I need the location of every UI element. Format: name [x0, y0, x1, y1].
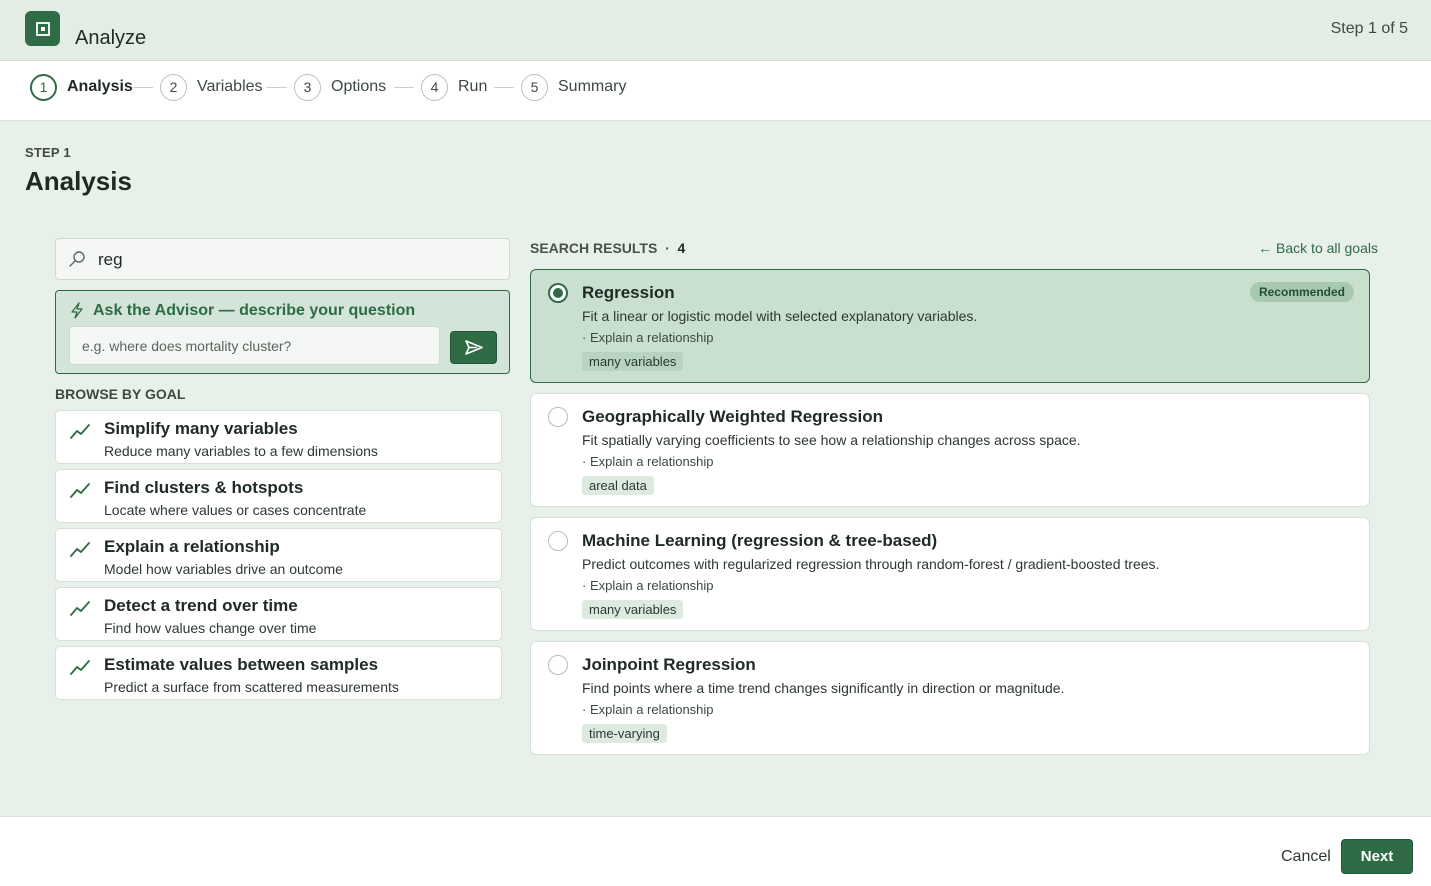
step-counter: Step 1 of 5: [1330, 20, 1408, 37]
result-radio[interactable]: [548, 407, 568, 427]
goal-title: Estimate values between samples: [104, 655, 379, 674]
result-title: Regression: [582, 283, 675, 302]
goal-title: Simplify many variables: [104, 419, 298, 438]
goal-item-estimate[interactable]: Estimate values between samples Predict …: [55, 646, 502, 700]
goal-description: Reduce many variables to a few dimension…: [104, 443, 378, 459]
goal-item-trend[interactable]: Detect a trend over time Find how values…: [55, 587, 502, 641]
wizard-footer: Cancel Next: [0, 816, 1431, 886]
result-goal: · Explain a relationship: [582, 454, 714, 469]
result-radio[interactable]: [548, 655, 568, 675]
goal-description: Predict a surface from scattered measure…: [104, 679, 399, 695]
stepper-step-analysis[interactable]: 1 Analysis: [30, 73, 133, 101]
result-card-joinpoint[interactable]: Joinpoint Regression Find points where a…: [530, 641, 1370, 755]
result-description: Find points where a time trend changes s…: [582, 680, 1065, 696]
goal-title: Detect a trend over time: [104, 596, 298, 615]
stepper-step-run[interactable]: 4 Run: [421, 73, 487, 101]
results-heading: SEARCH RESULTS: [530, 240, 658, 256]
step-connector: [494, 87, 514, 88]
result-card-regression[interactable]: Regression Recommended Fit a linear or l…: [530, 269, 1370, 383]
step-connector: [133, 87, 153, 88]
result-title: Joinpoint Regression: [582, 655, 756, 674]
result-description: Fit spatially varying coefficients to se…: [582, 432, 1081, 448]
goal-description: Find how values change over time: [104, 620, 317, 636]
trend-line-icon: [70, 424, 90, 439]
goal-item-simplify[interactable]: Simplify many variables Reduce many vari…: [55, 410, 502, 464]
next-button[interactable]: Next: [1341, 839, 1413, 874]
step-number: 5: [521, 73, 548, 101]
back-to-all-goals-link[interactable]: ← Back to all goals: [1258, 240, 1378, 256]
advisor-title: Ask the Advisor — describe your question: [93, 302, 416, 319]
recommended-badge: Recommended: [1249, 282, 1354, 302]
trend-line-icon: [70, 601, 90, 616]
step-number: 1: [30, 73, 57, 101]
result-radio[interactable]: [548, 283, 568, 303]
result-card-machine-learning[interactable]: Machine Learning (regression & tree-base…: [530, 517, 1370, 631]
step-label: Variables: [197, 78, 263, 95]
result-goal: · Explain a relationship: [582, 330, 714, 345]
browse-by-goal-label: BROWSE BY GOAL: [55, 386, 186, 402]
result-goal: · Explain a relationship: [582, 702, 714, 717]
step-connector: [394, 87, 414, 88]
step-label: Summary: [558, 78, 627, 95]
goal-title: Find clusters & hotspots: [104, 478, 304, 497]
step-eyebrow: STEP 1: [25, 145, 71, 160]
step-number: 2: [160, 73, 187, 101]
search-icon: [69, 251, 85, 267]
results-separator: ·: [665, 240, 670, 256]
trend-line-icon: [70, 660, 90, 675]
stepper-step-options[interactable]: 3 Options: [294, 73, 386, 101]
step-connector: [267, 87, 287, 88]
app-logo: [25, 11, 60, 46]
goal-title: Explain a relationship: [104, 537, 280, 556]
step-label: Run: [458, 78, 488, 95]
app-header: Analyze Step 1 of 5: [0, 0, 1431, 61]
stepper-step-summary[interactable]: 5 Summary: [521, 73, 626, 101]
goal-description: Model how variables drive an outcome: [104, 561, 343, 577]
analysis-search: [55, 238, 510, 280]
result-tag: areal data: [582, 476, 654, 495]
send-icon: [464, 340, 483, 355]
search-results-label: SEARCH RESULTS · 4: [530, 240, 685, 256]
step-label: Analysis: [67, 78, 133, 95]
result-description: Predict outcomes with regularized regres…: [582, 556, 1160, 572]
app-logo-icon: [35, 21, 50, 36]
search-input[interactable]: [98, 248, 498, 272]
result-card-gwr[interactable]: Geographically Weighted Regression Fit s…: [530, 393, 1370, 507]
wizard-stepper: 1 Analysis 2 Variables 3 Options 4 Run 5…: [0, 61, 1431, 121]
page-title: Analysis: [25, 166, 132, 196]
result-title: Machine Learning (regression & tree-base…: [582, 531, 938, 550]
step-number: 4: [421, 73, 448, 101]
result-goal: · Explain a relationship: [582, 578, 714, 593]
advisor-send-button[interactable]: [450, 331, 497, 364]
trend-line-icon: [70, 542, 90, 557]
result-tag: many variables: [582, 600, 684, 619]
trend-line-icon: [70, 483, 90, 498]
goal-description: Locate where values or cases concentrate: [104, 502, 367, 518]
results-count: 4: [677, 240, 686, 256]
advisor-question-input[interactable]: [69, 326, 440, 365]
app-title: Analyze: [75, 27, 147, 49]
goal-item-clusters[interactable]: Find clusters & hotspots Locate where va…: [55, 469, 502, 523]
result-radio[interactable]: [548, 531, 568, 551]
result-tag: many variables: [582, 352, 684, 371]
step-label: Options: [331, 78, 387, 95]
goal-item-relationship[interactable]: Explain a relationship Model how variabl…: [55, 528, 502, 582]
lightning-icon: [71, 302, 83, 319]
step-number: 3: [294, 73, 321, 101]
advisor-panel: Ask the Advisor — describe your question: [55, 290, 510, 374]
cancel-button[interactable]: Cancel: [1281, 848, 1331, 866]
result-description: Fit a linear or logistic model with sele…: [582, 308, 978, 324]
stepper-step-variables[interactable]: 2 Variables: [160, 73, 263, 101]
result-title: Geographically Weighted Regression: [582, 407, 884, 426]
result-tag: time-varying: [582, 724, 667, 743]
